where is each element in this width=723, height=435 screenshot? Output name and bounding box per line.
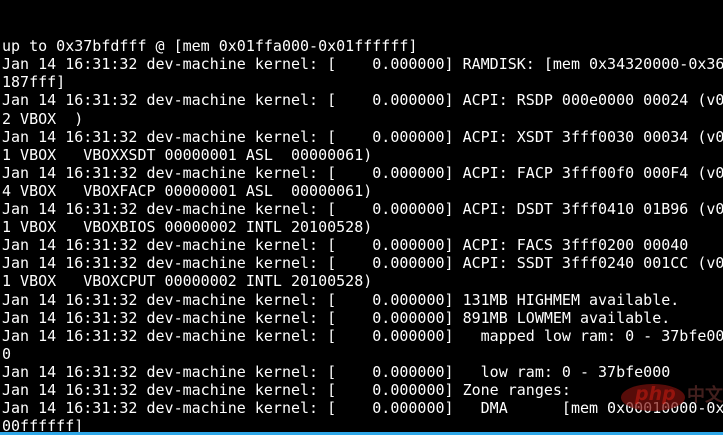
terminal-line: Jan 14 16:31:32 dev-machine kernel: [ 0.… [2,327,723,345]
terminal-window: up to 0x37bfdfff @ [mem 0x01ffa000-0x01f… [0,0,723,435]
terminal-line: Jan 14 16:31:32 dev-machine kernel: [ 0.… [2,55,723,73]
terminal-line: Jan 14 16:31:32 dev-machine kernel: [ 0.… [2,91,723,109]
terminal-line: 0 [2,345,723,363]
terminal-line: 1 VBOX VBOXCPUT 00000002 INTL 20100528) [2,272,723,290]
terminal-line: Jan 14 16:31:32 dev-machine kernel: [ 0.… [2,254,723,272]
terminal-line: Jan 14 16:31:32 dev-machine kernel: [ 0.… [2,236,723,254]
terminal-line: 4 VBOX VBOXFACP 00000001 ASL 00000061) [2,182,723,200]
terminal-output: up to 0x37bfdfff @ [mem 0x01ffa000-0x01f… [2,37,723,435]
terminal-line: up to 0x37bfdfff @ [mem 0x01ffa000-0x01f… [2,37,723,55]
terminal-line: 187fff] [2,73,723,91]
terminal-line: Jan 14 16:31:32 dev-machine kernel: [ 0.… [2,381,723,399]
terminal-line: Jan 14 16:31:32 dev-machine kernel: [ 0.… [2,200,723,218]
terminal-line: Jan 14 16:31:32 dev-machine kernel: [ 0.… [2,291,723,309]
terminal-line: Jan 14 16:31:32 dev-machine kernel: [ 0.… [2,164,723,182]
terminal-line: 1 VBOX VBOXXSDT 00000001 ASL 00000061) [2,146,723,164]
terminal-screen[interactable]: up to 0x37bfdfff @ [mem 0x01ffa000-0x01f… [2,0,723,435]
terminal-line: Jan 14 16:31:32 dev-machine kernel: [ 0.… [2,128,723,146]
terminal-line: Jan 14 16:31:32 dev-machine kernel: [ 0.… [2,363,723,381]
terminal-line: 2 VBOX ) [2,110,723,128]
terminal-line: 1 VBOX VBOXBIOS 00000002 INTL 20100528) [2,218,723,236]
terminal-line: Jan 14 16:31:32 dev-machine kernel: [ 0.… [2,399,723,417]
terminal-line: Jan 14 16:31:32 dev-machine kernel: [ 0.… [2,309,723,327]
